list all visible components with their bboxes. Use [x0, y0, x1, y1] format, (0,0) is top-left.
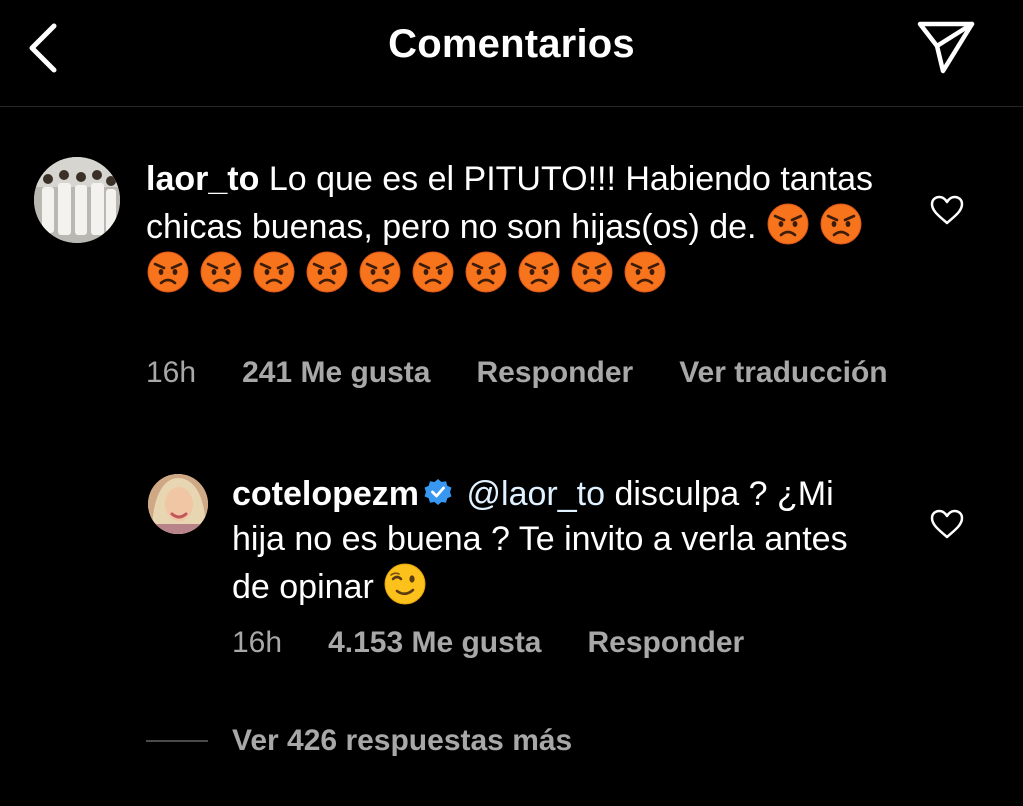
angry-face-emoji-icon — [359, 251, 401, 293]
like-comment-button[interactable] — [927, 504, 967, 544]
translate-button[interactable]: Ver traducción — [679, 356, 887, 390]
comment-time: 16h — [232, 626, 283, 659]
angry-face-emoji-icon — [571, 251, 613, 293]
comment-meta: 16h 241 Me gusta Responder Ver traducció… — [146, 356, 888, 390]
like-comment-button[interactable] — [927, 190, 967, 230]
comment-username[interactable]: cotelopezm — [232, 475, 419, 513]
reply-body: cotelopezm @laor_to disculpa ? ¿Mi hija … — [232, 472, 892, 610]
angry-face-emoji-icon — [306, 251, 348, 293]
angry-face-emoji-icon — [200, 251, 242, 293]
more-replies-label: Ver 426 respuestas más — [232, 724, 573, 757]
angry-face-emoji-icon — [767, 203, 809, 245]
view-more-replies-button[interactable]: Ver 426 respuestas más — [146, 724, 572, 758]
group-photo-image — [34, 157, 120, 243]
paper-plane-icon — [917, 21, 975, 74]
likes-count[interactable]: 241 Me gusta — [242, 356, 430, 390]
avatar[interactable] — [34, 157, 120, 243]
header-bar: Comentarios — [0, 0, 1023, 107]
heart-icon — [930, 509, 964, 539]
comment-username[interactable]: laor_to — [146, 160, 259, 198]
share-button[interactable] — [910, 14, 982, 80]
profile-photo-image — [148, 474, 208, 534]
heart-icon — [930, 195, 964, 225]
angry-face-emoji-icon — [820, 203, 862, 245]
comment-time: 16h — [146, 356, 197, 389]
angry-face-emoji-icon — [412, 251, 454, 293]
reply-button[interactable]: Responder — [476, 356, 633, 390]
page-title: Comentarios — [388, 22, 635, 66]
angry-face-emoji-icon — [465, 251, 507, 293]
mention-link[interactable]: @laor_to — [467, 475, 605, 513]
angry-face-emoji-icon — [147, 251, 189, 293]
comment-meta: 16h 4.153 Me gusta Responder — [232, 626, 790, 660]
angry-face-emoji-icon — [518, 251, 560, 293]
divider-line — [146, 740, 208, 742]
angry-face-emoji-icon — [253, 251, 295, 293]
comment-body: laor_to Lo que es el PITUTO!!! Habiendo … — [146, 157, 886, 298]
avatar[interactable] — [148, 474, 208, 534]
reply-button[interactable]: Responder — [588, 626, 745, 660]
verified-badge-icon — [424, 479, 452, 505]
angry-face-emoji-icon — [624, 251, 666, 293]
likes-count[interactable]: 4.153 Me gusta — [328, 626, 541, 660]
winking-face-emoji-icon — [384, 563, 426, 605]
